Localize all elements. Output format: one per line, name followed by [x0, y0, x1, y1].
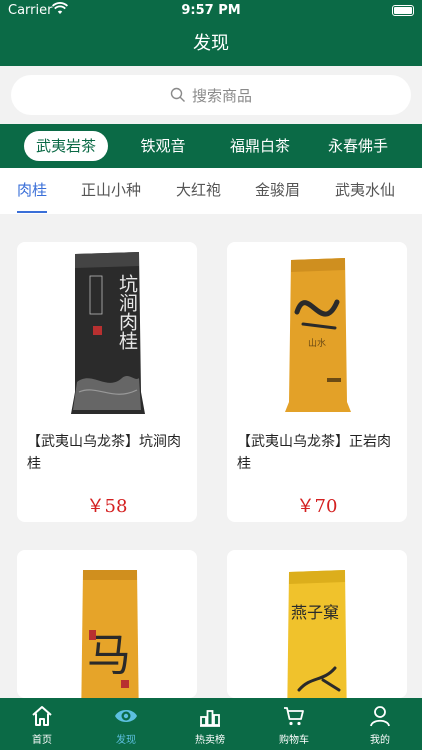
product-card[interactable]: 山水 【武夷山乌龙茶】正岩肉桂 ￥70	[227, 242, 407, 522]
nav-bar: 发现	[0, 22, 422, 66]
product-image: 坑涧肉桂	[17, 242, 197, 420]
page-title: 发现	[193, 33, 229, 54]
subtab-dahongpao[interactable]: 大红袍	[176, 168, 221, 214]
tab-profile-label: 我的	[370, 735, 390, 746]
user-icon	[370, 706, 390, 727]
tab-bestsellers-label: 热卖榜	[195, 735, 225, 746]
bag-label: 山水	[308, 337, 326, 349]
subtab-jinjunmei[interactable]: 金骏眉	[255, 168, 300, 214]
search-icon	[170, 87, 185, 102]
search-input[interactable]: 搜索商品	[11, 75, 411, 115]
search-placeholder: 搜索商品	[191, 86, 252, 105]
category-tab-yongchun-foshou[interactable]: 永春佛手	[320, 124, 396, 168]
product-card[interactable]: 马	[17, 550, 197, 698]
product-card[interactable]: 坑涧肉桂 【武夷山乌龙茶】坑涧肉桂 ￥58	[17, 242, 197, 522]
bag-label: 燕子窠	[291, 603, 339, 622]
tab-home[interactable]: 首页	[0, 698, 84, 750]
battery-icon	[392, 5, 414, 16]
product-name: 【武夷山乌龙茶】坑涧肉桂	[27, 434, 181, 472]
cart-icon	[284, 707, 304, 726]
subtab-rougui[interactable]: 肉桂	[17, 168, 47, 214]
category-tab-wuyi-yancha[interactable]: 武夷岩茶	[24, 131, 108, 161]
bag-label: 坑涧肉桂	[116, 274, 138, 350]
tab-home-label: 首页	[32, 735, 52, 746]
subtab-wuyi-shuixian[interactable]: 武夷水仙	[335, 168, 395, 214]
chart-icon	[200, 710, 220, 727]
status-bar: Carrier 9:57 PM	[0, 0, 422, 22]
product-image: 山水	[227, 242, 407, 420]
subtab-zhengshan-xiaozhong[interactable]: 正山小种	[81, 168, 141, 214]
product-card[interactable]: 燕子窠	[227, 550, 407, 698]
product-image: 燕子窠	[227, 550, 407, 698]
category-tab-tieguanyin[interactable]: 铁观音	[128, 124, 198, 168]
tab-profile[interactable]: 我的	[338, 698, 422, 750]
tab-bestsellers[interactable]: 热卖榜	[168, 698, 252, 750]
product-name: 【武夷山乌龙茶】正岩肉桂	[237, 434, 391, 472]
tab-discover[interactable]: 发现	[84, 698, 168, 750]
tab-cart-label: 购物车	[279, 735, 309, 746]
product-price: ￥58	[86, 496, 128, 517]
category-tab-fuding-baicha[interactable]: 福鼎白茶	[222, 124, 298, 168]
tab-discover-label: 发现	[116, 735, 136, 746]
home-icon	[32, 706, 52, 726]
subcategory-tabs: 肉桂 正山小种 大红袍 金骏眉 武夷水仙	[0, 168, 422, 214]
category-bar: 武夷岩茶 铁观音 福鼎白茶 永春佛手	[0, 124, 422, 168]
clock: 9:57 PM	[181, 3, 241, 18]
product-price: ￥70	[296, 496, 338, 517]
tab-cart[interactable]: 购物车	[252, 698, 336, 750]
tab-bar: 首页 发现 热卖榜 购物车 我的	[0, 698, 422, 750]
product-image: 马	[17, 550, 197, 698]
eye-icon	[115, 710, 137, 722]
active-tab-indicator	[17, 211, 47, 213]
search-area: 搜索商品	[0, 66, 422, 124]
